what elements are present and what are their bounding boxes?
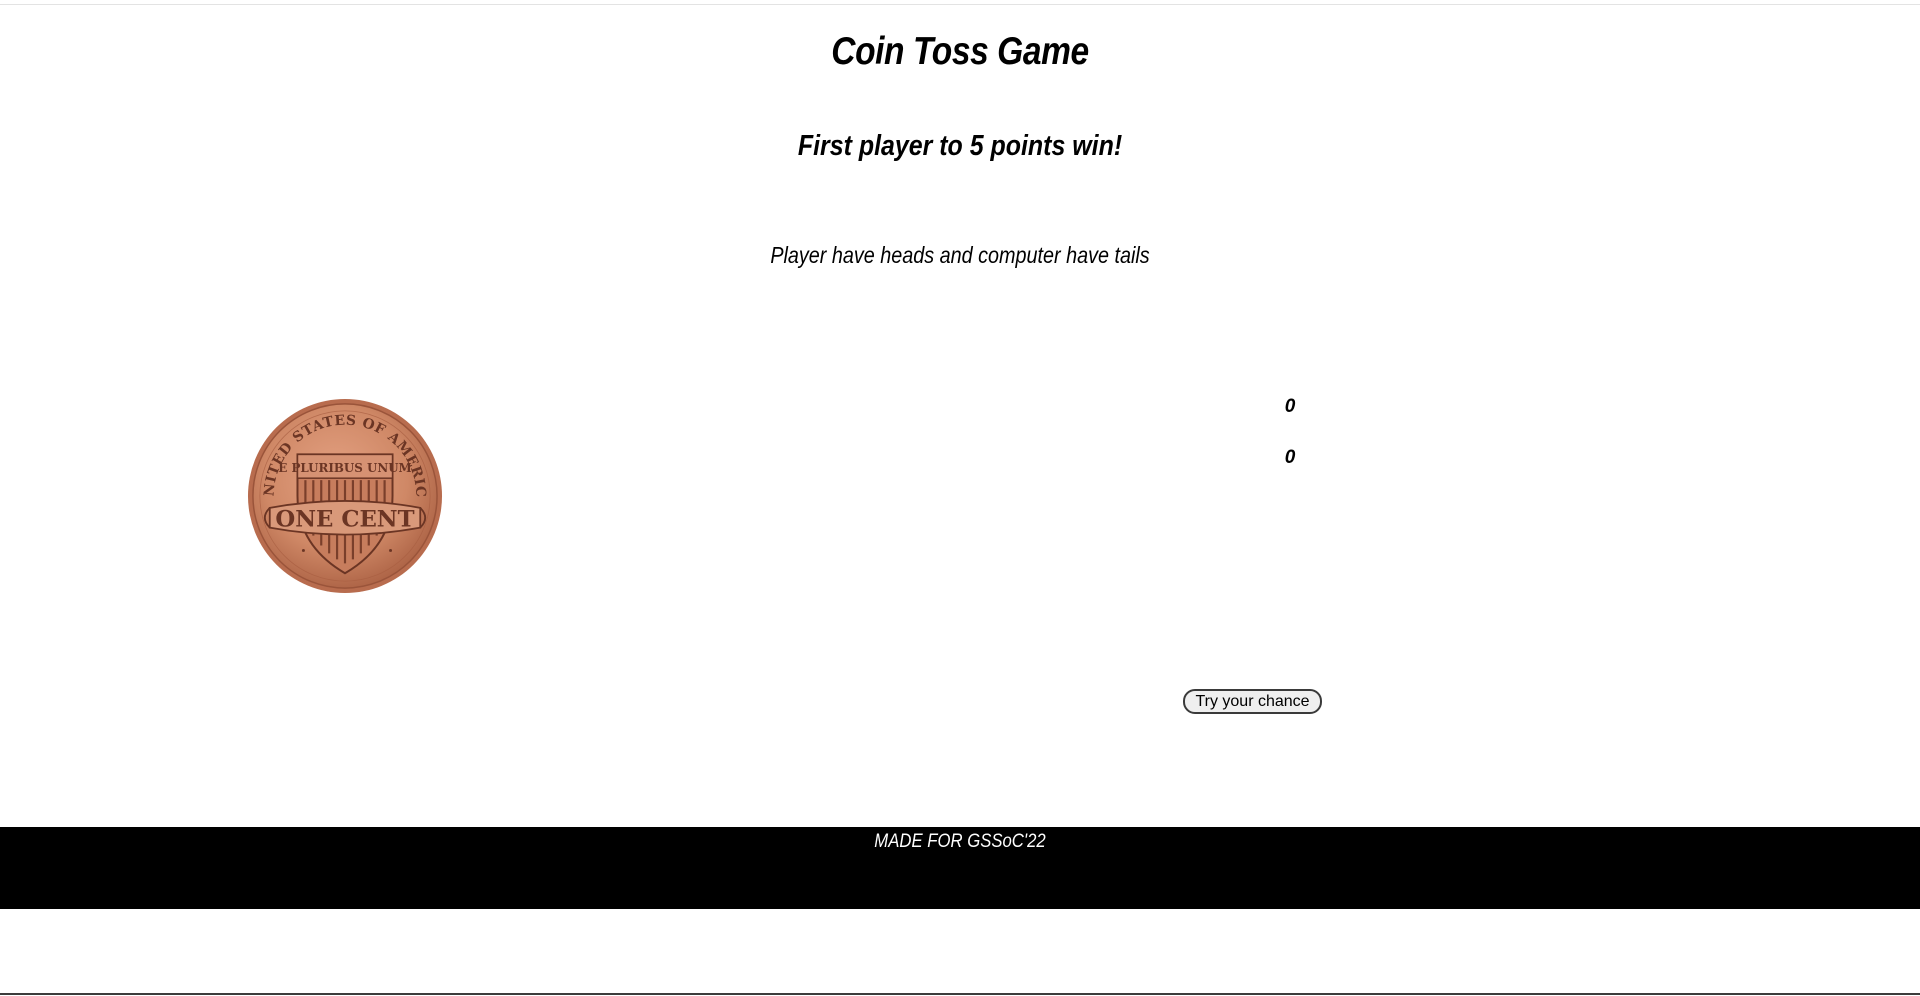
- try-your-chance-button[interactable]: Try your chance: [1183, 689, 1322, 714]
- game-subtitle: First player to 5 points win!: [797, 130, 1123, 162]
- computer-score: 0: [1284, 447, 1296, 468]
- bottom-divider: [0, 993, 1920, 995]
- game-rules: Player have heads and computer have tail…: [770, 242, 1150, 268]
- penny-icon: UNITED STATES OF AMERICA E PLURIBUS UNUM…: [246, 397, 443, 594]
- top-divider: [0, 4, 1920, 5]
- coin-motto: E PLURIBUS UNUM: [278, 461, 411, 475]
- player-score: 0: [1284, 396, 1296, 417]
- coin-denomination: ONE CENT: [275, 507, 414, 533]
- footer-text: MADE FOR GSSoC'22: [874, 831, 1046, 852]
- footer: MADE FOR GSSoC'22: [0, 827, 1920, 909]
- page-title: Coin Toss Game: [831, 30, 1089, 73]
